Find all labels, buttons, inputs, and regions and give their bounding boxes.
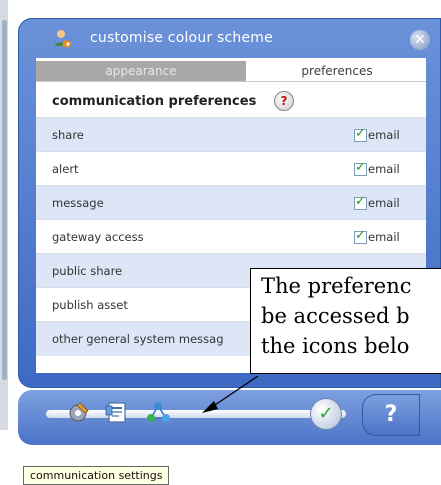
- callout-line: The preferenc: [261, 274, 412, 298]
- pref-label: public share: [52, 264, 123, 278]
- pref-label: share: [52, 128, 84, 142]
- pref-label: other general system messag: [52, 332, 224, 346]
- checkbox-label: email: [368, 230, 400, 244]
- check-icon: ✓: [355, 159, 366, 175]
- tooltip: communication settings: [23, 466, 170, 485]
- title-bar[interactable]: customise colour scheme ✕: [18, 18, 441, 58]
- checkbox-box[interactable]: ✓: [354, 125, 367, 142]
- pref-row-message: message ✓ email: [36, 185, 426, 220]
- tab-preferences[interactable]: preferences: [248, 61, 426, 81]
- pref-label: gateway access: [52, 230, 144, 244]
- pref-row-gateway-access: gateway access ✓ email: [36, 219, 426, 254]
- checkbox-box[interactable]: ✓: [354, 159, 367, 176]
- user-palette-icon: [55, 30, 72, 48]
- checkbox-box[interactable]: ✓: [354, 227, 367, 244]
- check-icon: ✓: [355, 227, 366, 243]
- check-icon: ✓: [355, 125, 366, 141]
- email-checkbox[interactable]: ✓ email: [354, 159, 400, 176]
- checkbox-label: email: [368, 128, 400, 142]
- background-window-edge: [0, 0, 8, 430]
- email-checkbox[interactable]: ✓ email: [354, 125, 400, 142]
- pref-label: alert: [52, 162, 79, 176]
- tab-appearance[interactable]: appearance: [36, 61, 246, 81]
- close-icon: ✕: [414, 32, 426, 48]
- email-checkbox[interactable]: ✓ email: [354, 227, 400, 244]
- callout-line: be accessed b: [261, 304, 410, 328]
- checkbox-label: email: [368, 196, 400, 210]
- checkmark-icon: ✓: [318, 403, 334, 424]
- close-button[interactable]: ✕: [410, 30, 430, 50]
- email-checkbox[interactable]: ✓ email: [354, 193, 400, 210]
- pref-label: message: [52, 196, 104, 210]
- pref-row-alert: alert ✓ email: [36, 151, 426, 186]
- callout-line: the icons belo: [261, 334, 410, 358]
- pref-row-share: share ✓ email: [36, 117, 426, 152]
- dialog-title: customise colour scheme: [90, 30, 273, 46]
- background-window-strip: [2, 20, 7, 380]
- check-icon: ✓: [355, 193, 366, 209]
- checkbox-box[interactable]: ✓: [354, 193, 367, 210]
- bottom-toolbar: ✓ ?: [18, 390, 441, 445]
- pref-label: publish asset: [52, 298, 128, 312]
- checkbox-label: email: [368, 162, 400, 176]
- settings-tool-icon[interactable]: [64, 398, 92, 426]
- annotation-callout: The preferenc be accessed b the icons be…: [250, 268, 441, 374]
- section-title: communication preferences: [52, 94, 257, 109]
- help-button[interactable]: ?: [362, 394, 420, 436]
- document-icon[interactable]: [104, 398, 132, 426]
- section-header: communication preferences ?: [36, 82, 426, 117]
- ok-button[interactable]: ✓: [310, 398, 342, 430]
- help-icon[interactable]: ?: [274, 91, 294, 111]
- communication-settings-icon[interactable]: [144, 398, 172, 426]
